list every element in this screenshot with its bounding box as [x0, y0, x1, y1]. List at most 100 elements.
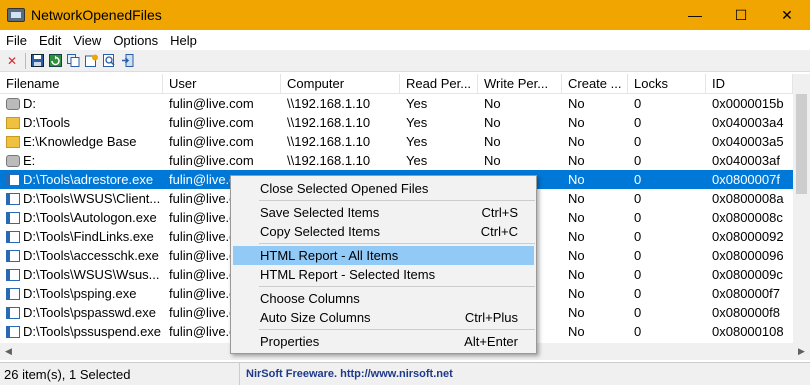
file-icon — [6, 174, 20, 186]
context-menu-separator — [259, 243, 535, 244]
cell-filename: E: — [0, 151, 163, 170]
cell-id: 0x08000092 — [712, 229, 784, 244]
status-item-count: 26 item(s), 1 Selected — [0, 363, 240, 385]
cell-id: 0x040003a5 — [712, 134, 784, 149]
cell-filename: D:\Tools\Autologon.exe — [0, 208, 163, 227]
menu-bar: File Edit View Options Help — [0, 30, 810, 50]
column-locks[interactable]: Locks — [628, 74, 706, 94]
context-menu-item-html-report-all-items[interactable]: HTML Report - All Items — [233, 246, 534, 265]
column-read-permission[interactable]: Read Per... — [400, 74, 478, 94]
cell-filename: D:\Tools\WSUS\Client... — [0, 189, 163, 208]
context-menu-item-copy-selected-items[interactable]: Copy Selected Items Ctrl+C — [233, 222, 534, 241]
file-icon — [6, 288, 20, 300]
context-menu: Close Selected Opened Files Save Selected… — [230, 175, 537, 354]
table-row[interactable]: E:\Knowledge Base fulin@live.com \\192.168… — [0, 132, 793, 151]
cell-filename: D:\Tools\psping.exe — [0, 284, 163, 303]
cell-create: No — [568, 210, 585, 225]
cell-locks: 0 — [634, 248, 642, 263]
cell-filename: E:\Knowledge Base — [0, 132, 163, 151]
context-menu-label: HTML Report - Selected Items — [260, 267, 436, 282]
cell-id: 0x08000108 — [712, 324, 784, 339]
menu-file[interactable]: File — [0, 33, 33, 48]
table-row[interactable]: E: fulin@live.com \\192.168.1.10 Yes No No 0 0x… — [0, 151, 793, 170]
cell-create: No — [568, 134, 585, 149]
menu-view[interactable]: View — [67, 33, 107, 48]
cell-create: No — [568, 286, 585, 301]
column-user[interactable]: User — [163, 74, 281, 94]
cell-filename: D: — [0, 94, 163, 113]
context-menu-item-auto-size-columns[interactable]: Auto Size Columns Ctrl+Plus — [233, 308, 534, 327]
copy-icon[interactable] — [65, 53, 81, 69]
column-create[interactable]: Create ... — [562, 74, 628, 94]
context-menu-label: HTML Report - All Items — [260, 248, 399, 263]
context-menu-item-html-report-selected-items[interactable]: HTML Report - Selected Items — [233, 265, 534, 284]
file-icon — [6, 307, 20, 319]
maximize-button[interactable]: ☐ — [718, 0, 764, 30]
filename-text: D:\Tools\pspasswd.exe — [23, 305, 156, 320]
column-write-permission[interactable]: Write Per... — [478, 74, 562, 94]
context-menu-item-properties[interactable]: Properties Alt+Enter — [233, 332, 534, 351]
filename-text: D:\Tools\Autologon.exe — [23, 210, 157, 225]
cell-locks: 0 — [634, 210, 642, 225]
cell-filename: D:\Tools\adrestore.exe — [0, 170, 163, 189]
html-report-icon[interactable] — [83, 53, 99, 69]
status-brand-link[interactable]: NirSoft Freeware. http://www.nirsoft.net — [240, 363, 453, 385]
column-filename[interactable]: Filename — [0, 74, 163, 94]
cell-locks: 0 — [634, 172, 642, 187]
cell-computer: \\192.168.1.10 — [287, 153, 371, 168]
cell-id: 0x08000096 — [712, 248, 784, 263]
cell-read: Yes — [406, 153, 428, 168]
context-menu-item-choose-columns[interactable]: Choose Columns — [233, 289, 534, 308]
cell-id: 0x0800008c — [712, 210, 783, 225]
cell-create: No — [568, 324, 585, 339]
menu-options[interactable]: Options — [107, 33, 164, 48]
scroll-right-arrow-icon[interactable]: ▶ — [793, 343, 810, 360]
refresh-icon[interactable] — [47, 53, 63, 69]
file-icon — [6, 269, 20, 281]
scroll-left-arrow-icon[interactable]: ◀ — [0, 343, 17, 360]
drive-icon — [6, 155, 20, 167]
save-icon[interactable] — [29, 53, 45, 69]
menu-help[interactable]: Help — [164, 33, 203, 48]
context-menu-label: Copy Selected Items — [260, 224, 380, 239]
vertical-scroll-thumb[interactable] — [796, 94, 807, 194]
context-menu-separator — [259, 286, 535, 287]
context-menu-item-save-selected-items[interactable]: Save Selected Items Ctrl+S — [233, 203, 534, 222]
context-menu-label: Choose Columns — [260, 291, 360, 306]
filename-text: D:\Tools\pssuspend.exe — [23, 324, 162, 339]
filename-text: D:\Tools\WSUS\Client... — [23, 191, 161, 206]
context-menu-shortcut: Ctrl+Plus — [464, 310, 518, 325]
window-title: NetworkOpenedFiles — [31, 7, 162, 23]
close-button[interactable]: ✕ — [764, 0, 810, 30]
cell-locks: 0 — [634, 191, 642, 206]
cell-create: No — [568, 96, 585, 111]
file-icon — [6, 250, 20, 262]
close-x-icon[interactable]: ✕ — [4, 53, 20, 69]
cell-id: 0x040003af — [712, 153, 780, 168]
cell-id: 0x040003a4 — [712, 115, 784, 130]
column-id[interactable]: ID — [706, 74, 793, 94]
column-computer[interactable]: Computer — [281, 74, 400, 94]
table-row[interactable]: D:\Tools fulin@live.com \\192.168.1.10 Yes N… — [0, 113, 793, 132]
folder-icon — [6, 117, 20, 129]
minimize-button[interactable]: — — [672, 0, 718, 30]
toolbar-separator — [25, 52, 26, 69]
table-row[interactable]: D: fulin@live.com \\192.168.1.10 Yes No No 0 0x… — [0, 94, 793, 113]
cell-filename: D:\Tools — [0, 113, 163, 132]
filename-text: D:\Tools\WSUS\Wsus... — [23, 267, 160, 282]
context-menu-item-close-selected-opened-files[interactable]: Close Selected Opened Files — [233, 179, 534, 198]
cell-locks: 0 — [634, 134, 642, 149]
filename-text: E:\Knowledge Base — [23, 134, 137, 149]
cell-create: No — [568, 305, 585, 320]
menu-edit[interactable]: Edit — [33, 33, 67, 48]
cell-create: No — [568, 267, 585, 282]
folder-icon — [6, 136, 20, 148]
find-icon[interactable] — [101, 53, 117, 69]
exit-icon[interactable] — [119, 53, 135, 69]
context-menu-shortcut: Ctrl+S — [481, 205, 518, 220]
filename-text: D:\Tools\adrestore.exe — [23, 172, 154, 187]
cell-write: No — [484, 153, 501, 168]
context-menu-separator — [259, 329, 535, 330]
cell-filename: D:\Tools\pssuspend.exe — [0, 322, 163, 341]
vertical-scrollbar[interactable] — [793, 74, 810, 343]
